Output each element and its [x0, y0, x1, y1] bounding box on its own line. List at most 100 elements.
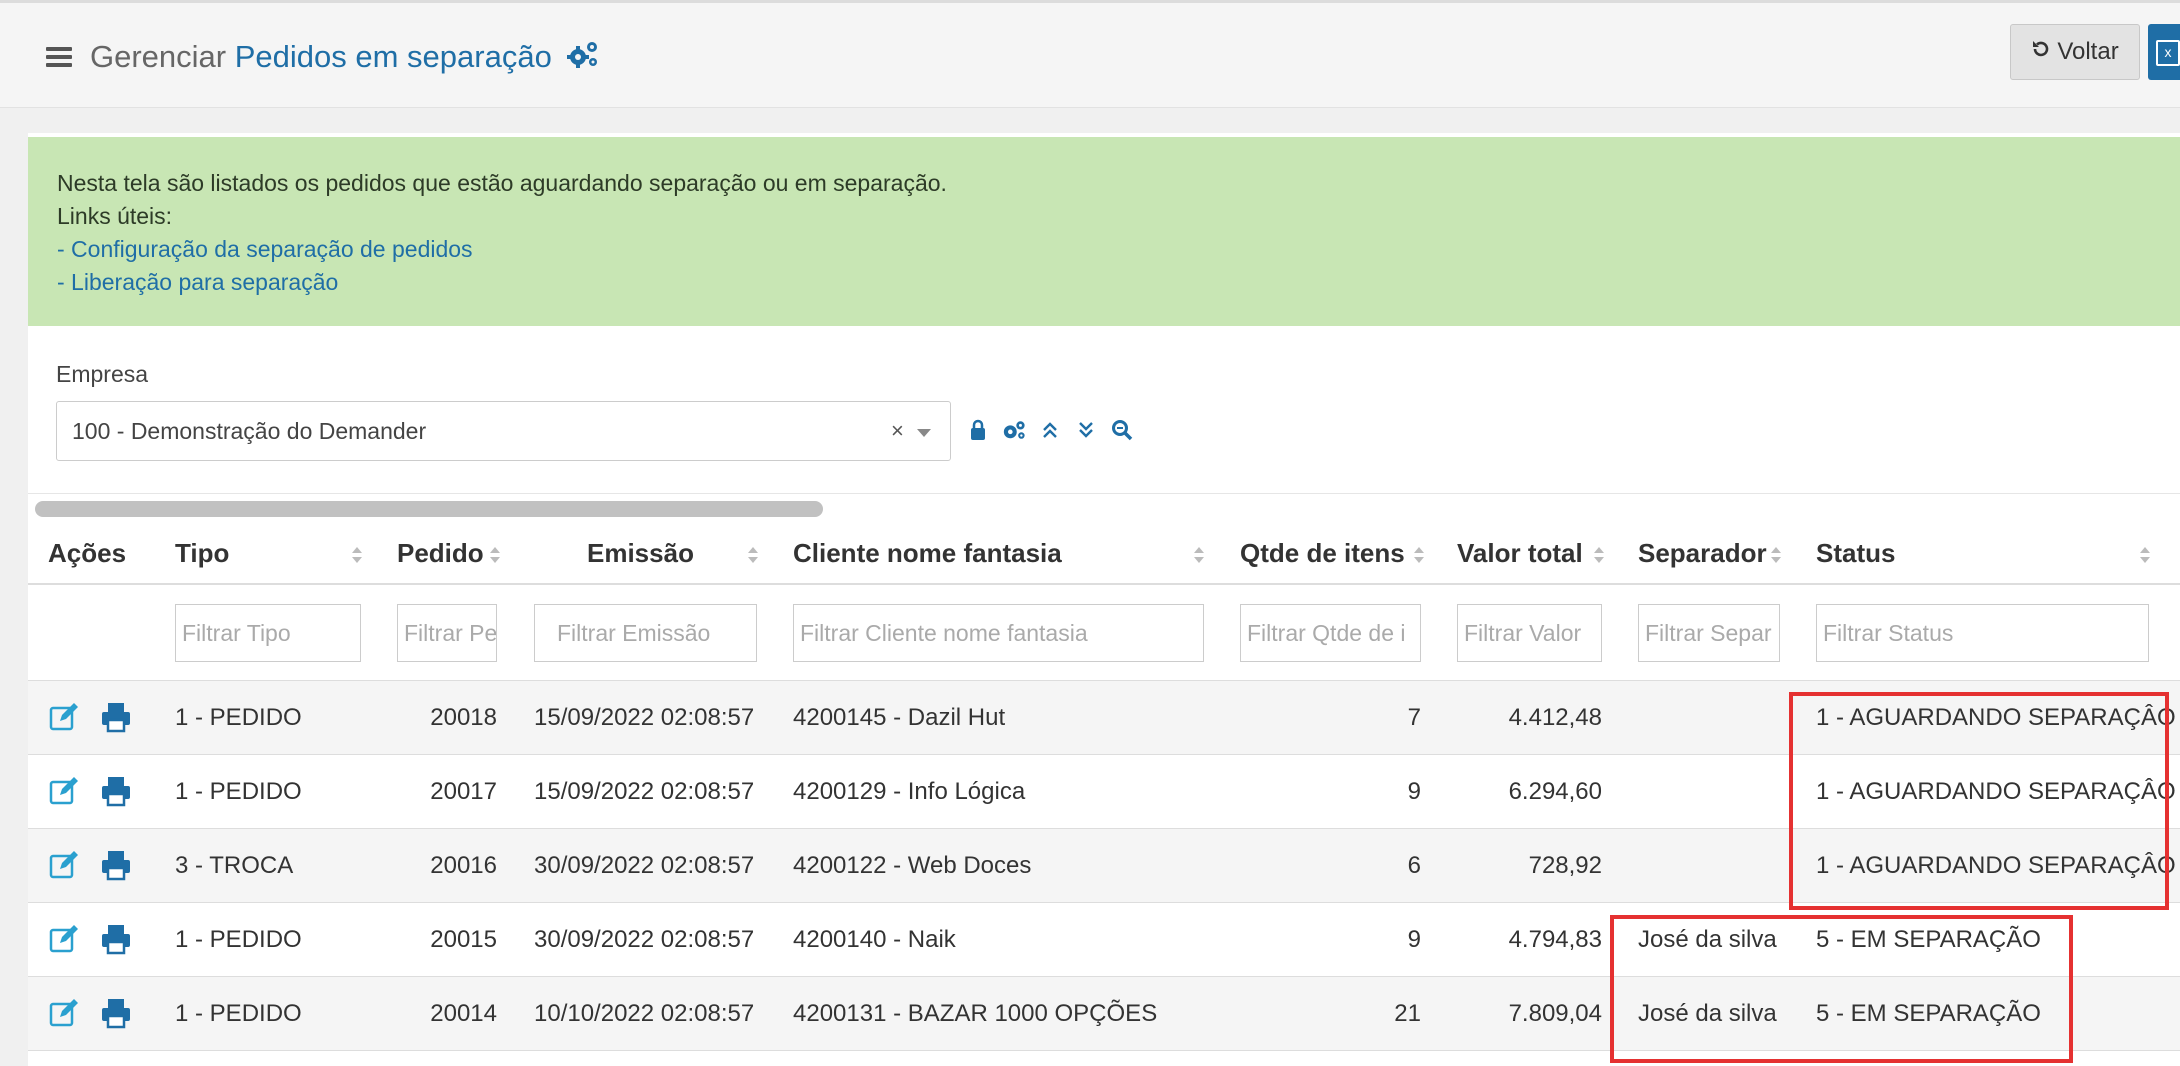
- sort-icon[interactable]: [490, 547, 500, 563]
- cell-pedido: 20016: [430, 852, 497, 879]
- horizontal-scrollbar[interactable]: [35, 501, 823, 517]
- sort-icon[interactable]: [1594, 547, 1604, 563]
- th-separador[interactable]: Separador: [1638, 523, 1767, 583]
- menu-icon[interactable]: [46, 47, 72, 67]
- th-qtde[interactable]: Qtde de itens: [1240, 523, 1405, 583]
- cell-status: 1 - AGUARDANDO SEPARAÇÂO: [1816, 852, 2176, 879]
- table-row: 1 - PEDIDO 20015 30/09/2022 02:08:57 420…: [28, 903, 2180, 977]
- cell-tipo: 1 - PEDIDO: [175, 1000, 302, 1027]
- cell-cliente: 4200145 - Dazil Hut: [793, 704, 1006, 731]
- cell-cliente: 4200140 - Naik: [793, 926, 956, 953]
- gears-icon[interactable]: [1002, 418, 1026, 442]
- cell-emissao: 10/10/2022 02:08:57: [534, 1000, 755, 1027]
- cell-emissao: 15/09/2022 02:08:57: [534, 778, 755, 805]
- gears-icon[interactable]: [566, 39, 600, 79]
- chevrons-up-icon[interactable]: [1038, 418, 1062, 442]
- filter-valor-input[interactable]: Filtrar Valor: [1457, 604, 1602, 662]
- cell-qtde: 9: [1407, 926, 1421, 953]
- edit-icon[interactable]: [48, 849, 80, 881]
- th-acoes: Ações: [48, 538, 127, 568]
- main-content: Nesta tela são listados os pedidos que e…: [28, 133, 2180, 1066]
- cell-emissao: 30/09/2022 02:08:57: [534, 852, 755, 879]
- edit-icon[interactable]: [48, 775, 80, 807]
- cell-status: 1 - AGUARDANDO SEPARAÇÂO: [1816, 704, 2176, 731]
- cell-status: 5 - EM SEPARAÇÃO: [1816, 1000, 2041, 1027]
- cell-status: 5 - EM SEPARAÇÃO: [1816, 926, 2041, 953]
- print-icon[interactable]: [100, 997, 132, 1029]
- back-button[interactable]: Voltar: [2010, 24, 2140, 80]
- chevrons-down-icon[interactable]: [1074, 418, 1098, 442]
- cell-qtde: 7: [1407, 704, 1421, 731]
- cell-cliente: 4200131 - BAZAR 1000 OPÇÕES: [793, 1000, 1158, 1027]
- sort-icon[interactable]: [748, 547, 758, 563]
- table-body: 1 - PEDIDO 20018 15/09/2022 02:08:57 420…: [28, 681, 2180, 1051]
- edit-icon[interactable]: [48, 701, 80, 733]
- clear-icon[interactable]: ×: [891, 402, 904, 460]
- info-alert: Nesta tela são listados os pedidos que e…: [28, 137, 2180, 326]
- filter-status-input[interactable]: Filtrar Status: [1816, 604, 2149, 662]
- sort-icon[interactable]: [1194, 547, 1204, 563]
- print-icon[interactable]: [100, 923, 132, 955]
- filter-qtde-input[interactable]: Filtrar Qtde de i: [1240, 604, 1421, 662]
- cell-emissao: 15/09/2022 02:08:57: [534, 704, 755, 731]
- cell-separador: José da silva: [1638, 926, 1777, 953]
- th-valor[interactable]: Valor total: [1457, 523, 1583, 583]
- empresa-select[interactable]: 100 - Demonstração do Demander ×: [56, 401, 951, 461]
- cell-valor: 728,92: [1528, 852, 1602, 879]
- cell-tipo: 3 - TROCA: [175, 852, 294, 879]
- edit-icon[interactable]: [48, 997, 80, 1029]
- cell-pedido: 20018: [430, 704, 497, 731]
- link-liberacao-separacao[interactable]: - Liberação para separação: [57, 266, 2180, 299]
- cell-valor: 6.294,60: [1508, 778, 1602, 805]
- filter-pedido-input[interactable]: Filtrar Pe: [397, 604, 497, 662]
- cell-valor: 7.809,04: [1508, 1000, 1602, 1027]
- edit-icon[interactable]: [48, 923, 80, 955]
- th-status[interactable]: Status: [1816, 523, 1895, 583]
- divider: [28, 493, 2180, 494]
- print-icon[interactable]: [100, 701, 132, 733]
- filter-toolbar: [966, 418, 1134, 442]
- cell-qtde: 6: [1407, 852, 1421, 879]
- link-config-separacao[interactable]: - Configuração da separação de pedidos: [57, 233, 2180, 266]
- table-row: 1 - PEDIDO 20017 15/09/2022 02:08:57 420…: [28, 755, 2180, 829]
- page-title: Gerenciar Pedidos em separação: [90, 37, 600, 79]
- th-tipo[interactable]: Tipo: [175, 523, 229, 583]
- cell-valor: 4.794,83: [1508, 926, 1602, 953]
- page-header: Gerenciar Pedidos em separação Voltar x: [0, 3, 2180, 108]
- th-emissao[interactable]: Emissão: [587, 523, 694, 583]
- sort-icon[interactable]: [1771, 547, 1781, 563]
- filter-cliente-input[interactable]: Filtrar Cliente nome fantasia: [793, 604, 1204, 662]
- export-excel-button[interactable]: x: [2148, 24, 2180, 80]
- filter-row: Filtrar Tipo Filtrar Pe Filtrar Emissão …: [28, 585, 2180, 681]
- table-row: 1 - PEDIDO 20018 15/09/2022 02:08:57 420…: [28, 681, 2180, 755]
- cell-pedido: 20014: [430, 1000, 497, 1027]
- cell-qtde: 9: [1407, 778, 1421, 805]
- print-icon[interactable]: [100, 849, 132, 881]
- cell-tipo: 1 - PEDIDO: [175, 926, 302, 953]
- cell-cliente: 4200122 - Web Doces: [793, 852, 1032, 879]
- cell-pedido: 20015: [430, 926, 497, 953]
- orders-table: Ações Tipo Pedido Emissão Cliente nome f…: [28, 523, 2180, 1051]
- print-icon[interactable]: [100, 775, 132, 807]
- filter-tipo-input[interactable]: Filtrar Tipo: [175, 604, 361, 662]
- cell-status: 1 - AGUARDANDO SEPARAÇÂO: [1816, 778, 2176, 805]
- filter-emissao-input[interactable]: Filtrar Emissão: [534, 604, 757, 662]
- empresa-label: Empresa: [56, 361, 149, 387]
- th-cliente[interactable]: Cliente nome fantasia: [793, 523, 1062, 583]
- filter-separador-input[interactable]: Filtrar Separ: [1638, 604, 1780, 662]
- cell-cliente: 4200129 - Info Lógica: [793, 778, 1026, 805]
- cell-pedido: 20017: [430, 778, 497, 805]
- sort-icon[interactable]: [352, 547, 362, 563]
- lock-icon[interactable]: [966, 418, 990, 442]
- chevron-down-icon[interactable]: [917, 429, 931, 437]
- cell-tipo: 1 - PEDIDO: [175, 704, 302, 731]
- excel-icon: x: [2156, 40, 2180, 66]
- th-pedido[interactable]: Pedido: [397, 523, 484, 583]
- cell-qtde: 21: [1394, 1000, 1421, 1027]
- cell-separador: José da silva: [1638, 1000, 1777, 1027]
- table-row: 3 - TROCA 20016 30/09/2022 02:08:57 4200…: [28, 829, 2180, 903]
- table-row: 1 - PEDIDO 20014 10/10/2022 02:08:57 420…: [28, 977, 2180, 1051]
- search-icon[interactable]: [1110, 418, 1134, 442]
- sort-icon[interactable]: [2140, 547, 2150, 563]
- sort-icon[interactable]: [1414, 547, 1424, 563]
